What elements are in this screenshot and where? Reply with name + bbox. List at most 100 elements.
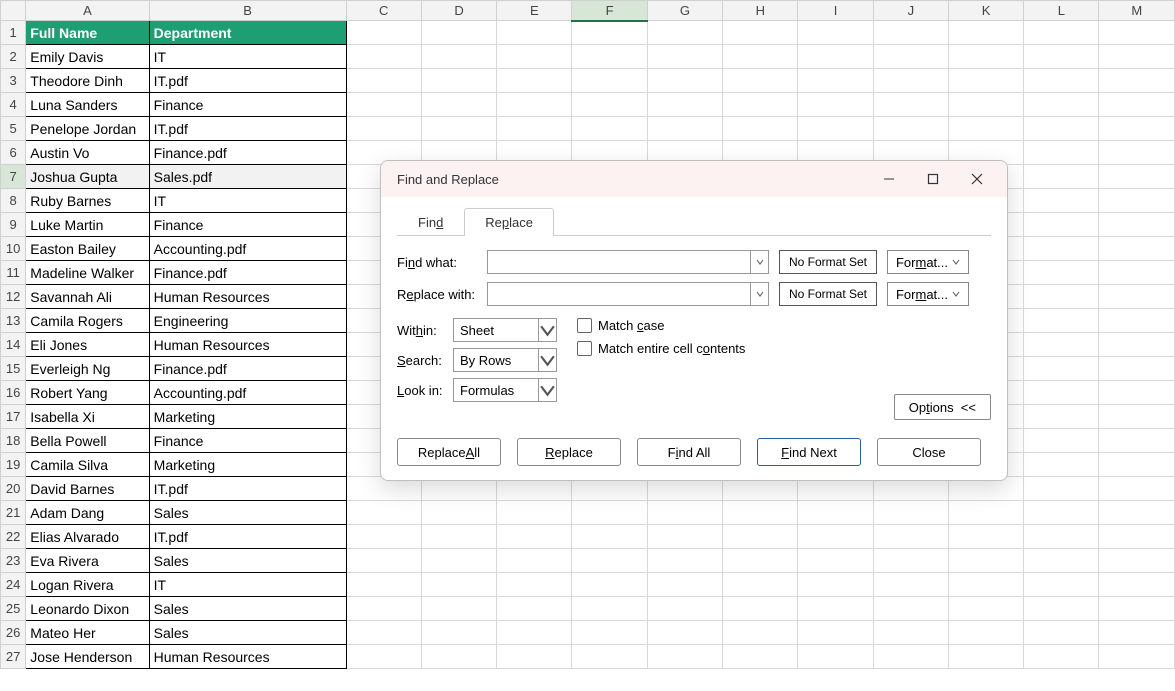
cell[interactable]	[873, 93, 948, 117]
row-header-12[interactable]: 12	[1, 285, 26, 309]
cell[interactable]	[1099, 45, 1175, 69]
cell[interactable]	[873, 45, 948, 69]
cell[interactable]: IT.pdf	[149, 69, 346, 93]
cell[interactable]: Penelope Jordan	[26, 117, 149, 141]
cell[interactable]	[798, 117, 873, 141]
cell[interactable]	[421, 621, 496, 645]
minimize-button[interactable]	[867, 165, 911, 193]
cell[interactable]: Finance	[149, 429, 346, 453]
within-select[interactable]: Sheet	[453, 318, 557, 342]
cell[interactable]	[1024, 165, 1099, 189]
cell[interactable]	[798, 69, 873, 93]
cell[interactable]	[873, 645, 948, 669]
cell[interactable]	[572, 21, 647, 45]
cell[interactable]	[1024, 141, 1099, 165]
maximize-button[interactable]	[911, 165, 955, 193]
row-header-18[interactable]: 18	[1, 429, 26, 453]
cell[interactable]	[497, 69, 572, 93]
cell[interactable]	[873, 21, 948, 45]
close-dialog-button[interactable]: Close	[877, 438, 981, 466]
column-header-L[interactable]: L	[1024, 1, 1099, 21]
replace-with-input[interactable]	[488, 283, 750, 305]
cell[interactable]	[1099, 117, 1175, 141]
cell[interactable]	[421, 93, 496, 117]
cell[interactable]	[948, 501, 1023, 525]
search-select[interactable]: By Rows	[453, 348, 557, 372]
cell[interactable]: Accounting.pdf	[149, 237, 346, 261]
cell[interactable]	[1024, 573, 1099, 597]
cell[interactable]: Finance.pdf	[149, 357, 346, 381]
row-header-21[interactable]: 21	[1, 501, 26, 525]
cell[interactable]	[346, 525, 421, 549]
row-header-1[interactable]: 1	[1, 21, 26, 45]
cell[interactable]: Logan Rivera	[26, 573, 149, 597]
row-header-3[interactable]: 3	[1, 69, 26, 93]
cell[interactable]: Luna Sanders	[26, 93, 149, 117]
cell[interactable]	[723, 21, 798, 45]
cell[interactable]: Mateo Her	[26, 621, 149, 645]
cell[interactable]	[572, 525, 647, 549]
cell[interactable]	[497, 645, 572, 669]
cell[interactable]	[497, 621, 572, 645]
cell[interactable]	[798, 645, 873, 669]
cell[interactable]	[1099, 285, 1175, 309]
cell[interactable]: Theodore Dinh	[26, 69, 149, 93]
cell[interactable]: Everleigh Ng	[26, 357, 149, 381]
cell[interactable]	[1024, 525, 1099, 549]
cell[interactable]: Finance	[149, 213, 346, 237]
cell[interactable]: Finance.pdf	[149, 141, 346, 165]
cell[interactable]	[647, 69, 722, 93]
cell[interactable]: IT.pdf	[149, 525, 346, 549]
close-button[interactable]	[955, 165, 999, 193]
row-header-26[interactable]: 26	[1, 621, 26, 645]
cell[interactable]	[1024, 285, 1099, 309]
cell[interactable]	[873, 573, 948, 597]
cell[interactable]	[723, 69, 798, 93]
cell[interactable]: Easton Bailey	[26, 237, 149, 261]
cell[interactable]	[798, 573, 873, 597]
cell[interactable]	[572, 501, 647, 525]
cell[interactable]	[346, 93, 421, 117]
cell[interactable]: Luke Martin	[26, 213, 149, 237]
cell[interactable]	[497, 117, 572, 141]
cell[interactable]	[1024, 501, 1099, 525]
replace-button[interactable]: Replace	[517, 438, 621, 466]
cell[interactable]	[948, 597, 1023, 621]
cell[interactable]	[948, 645, 1023, 669]
cell[interactable]	[1099, 165, 1175, 189]
cell[interactable]	[723, 621, 798, 645]
cell[interactable]	[1099, 333, 1175, 357]
cell[interactable]	[1024, 477, 1099, 501]
cell[interactable]	[948, 93, 1023, 117]
cell[interactable]: Emily Davis	[26, 45, 149, 69]
cell[interactable]	[572, 621, 647, 645]
cell[interactable]	[421, 549, 496, 573]
cell[interactable]	[798, 549, 873, 573]
find-format-button[interactable]: Format...	[887, 250, 969, 274]
replace-format-button[interactable]: Format...	[887, 282, 969, 306]
cell[interactable]	[723, 525, 798, 549]
cell[interactable]	[497, 597, 572, 621]
cell[interactable]	[1099, 645, 1175, 669]
cell[interactable]	[1024, 45, 1099, 69]
cell[interactable]: Isabella Xi	[26, 405, 149, 429]
cell[interactable]: Madeline Walker	[26, 261, 149, 285]
cell[interactable]	[647, 117, 722, 141]
row-header-10[interactable]: 10	[1, 237, 26, 261]
cell[interactable]	[873, 549, 948, 573]
cell[interactable]	[572, 597, 647, 621]
column-header-M[interactable]: M	[1099, 1, 1175, 21]
cell[interactable]	[1024, 237, 1099, 261]
replace-all-button[interactable]: Replace All	[397, 438, 501, 466]
cell[interactable]: Camila Silva	[26, 453, 149, 477]
row-header-19[interactable]: 19	[1, 453, 26, 477]
chevron-down-icon[interactable]	[750, 251, 768, 273]
column-header-C[interactable]: C	[346, 1, 421, 21]
cell[interactable]: Adam Dang	[26, 501, 149, 525]
cell[interactable]	[572, 93, 647, 117]
row-header-7[interactable]: 7	[1, 165, 26, 189]
cell[interactable]	[948, 573, 1023, 597]
cell[interactable]	[1099, 237, 1175, 261]
cell[interactable]	[948, 621, 1023, 645]
cell[interactable]	[1024, 69, 1099, 93]
